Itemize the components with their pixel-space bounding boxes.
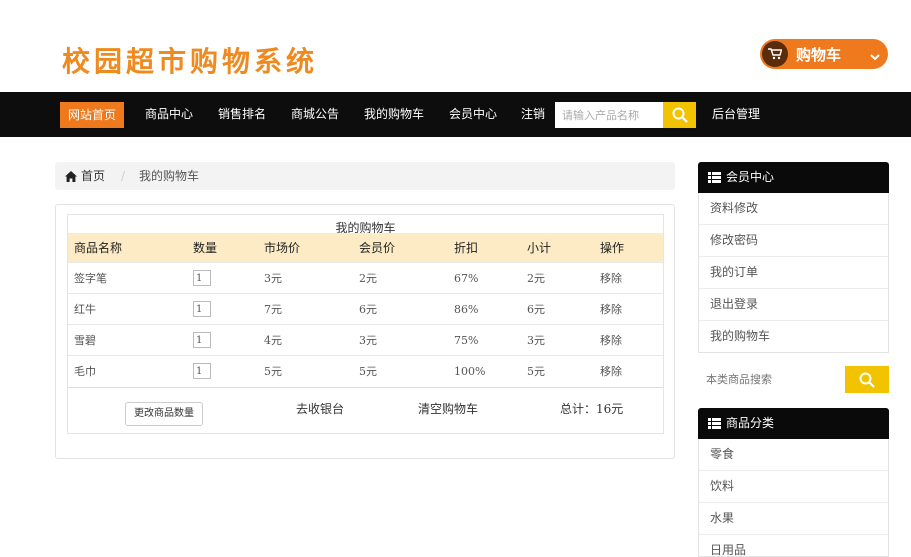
item-name: 红牛 [68,293,187,325]
table-row: 雪碧 1 4元 3元 75% 3元 移除 [68,324,663,356]
qty-input[interactable]: 1 [193,301,211,317]
breadcrumb: 首页 / 我的购物车 [55,162,675,190]
cart-button-label: 购物车 [796,46,842,64]
item-name: 签字笔 [68,262,187,294]
update-quantity-button[interactable]: 更改商品数量 [125,402,203,426]
category-search-button[interactable] [845,366,889,393]
list-icon [708,172,721,183]
col-subtotal: 小计 [521,233,594,263]
member-menu-item[interactable]: 我的购物车 [699,320,888,352]
category-menu: 零食 饮料 水果 日用品 [698,439,889,557]
category-item[interactable]: 日用品 [699,534,888,556]
member-menu-item[interactable]: 资料修改 [699,193,888,224]
member-price: 3元 [353,324,448,356]
member-price: 6元 [353,293,448,325]
subtotal: 5元 [521,355,594,386]
home-icon [65,170,77,182]
category-item[interactable]: 零食 [699,439,888,470]
cart-button[interactable]: 购物车 [760,39,888,69]
nav-admin[interactable]: 后台管理 [712,92,760,137]
item-name: 雪碧 [68,324,187,356]
remove-link[interactable]: 移除 [594,293,663,325]
nav-my-cart[interactable]: 我的购物车 [364,92,424,137]
col-action: 操作 [594,233,663,263]
market-price: 7元 [258,293,353,325]
breadcrumb-separator: / [121,169,126,183]
col-discount: 折扣 [448,233,521,263]
qty-input[interactable]: 1 [193,332,211,348]
cart-table: 商品名称 数量 市场价 会员价 折扣 小计 操作 签字笔 1 3元 2元 67%… [68,233,663,386]
category-header: 商品分类 [698,408,889,439]
breadcrumb-home-label: 首页 [81,169,106,183]
cart-header-row: 商品名称 数量 市场价 会员价 折扣 小计 操作 [68,233,663,263]
item-name: 毛巾 [68,355,187,386]
discount: 86% [448,293,521,325]
member-menu-item[interactable]: 修改密码 [699,224,888,256]
category-title: 商品分类 [726,416,775,430]
member-menu-item[interactable]: 我的订单 [699,256,888,288]
qty-input[interactable]: 1 [193,270,211,286]
discount: 100% [448,355,521,386]
market-price: 3元 [258,262,353,294]
remove-link[interactable]: 移除 [594,262,663,294]
list-icon [708,418,721,429]
search-button[interactable] [663,102,696,128]
cart-footer: 更改商品数量 去收银台 清空购物车 总计：16元 [68,387,663,434]
qty-input[interactable]: 1 [193,363,211,379]
remove-link[interactable]: 移除 [594,355,663,386]
main-navbar: 网站首页 商品中心 销售排名 商城公告 我的购物车 会员中心 注销 后台管理 [0,92,911,137]
cart-icon [762,41,788,67]
table-row: 签字笔 1 3元 2元 67% 2元 移除 [68,262,663,294]
site-title: 校园超市购物系统 [62,45,319,78]
market-price: 5元 [258,355,353,386]
member-menu: 资料修改 修改密码 我的订单 退出登录 我的购物车 [698,193,889,353]
product-search-input[interactable] [555,102,663,128]
breadcrumb-home[interactable]: 首页 [65,162,105,190]
cart-container: 我的购物车 商品名称 数量 市场价 会员价 折扣 小计 操作 签字笔 1 3元 [67,214,664,434]
member-menu-item[interactable]: 退出登录 [699,288,888,320]
cart-panel: 我的购物车 商品名称 数量 市场价 会员价 折扣 小计 操作 签字笔 1 3元 [55,204,675,459]
subtotal: 3元 [521,324,594,356]
member-center-title: 会员中心 [726,170,775,184]
discount: 67% [448,262,521,294]
table-row: 毛巾 1 5元 5元 100% 5元 移除 [68,355,663,386]
discount: 75% [448,324,521,356]
col-name: 商品名称 [68,233,187,263]
subtotal: 6元 [521,293,594,325]
nav-products[interactable]: 商品中心 [145,92,193,137]
checkout-link[interactable]: 去收银台 [296,400,344,417]
col-market-price: 市场价 [258,233,353,263]
nav-logout[interactable]: 注销 [521,92,545,137]
nav-sales-ranking[interactable]: 销售排名 [218,92,266,137]
search-icon [859,372,875,388]
market-price: 4元 [258,324,353,356]
subtotal: 2元 [521,262,594,294]
category-item[interactable]: 饮料 [699,470,888,502]
remove-link[interactable]: 移除 [594,324,663,356]
search-icon [672,107,688,123]
col-member-price: 会员价 [353,233,448,263]
member-price: 2元 [353,262,448,294]
nav-announcements[interactable]: 商城公告 [291,92,339,137]
category-search-input[interactable] [698,366,845,393]
member-price: 5元 [353,355,448,386]
chevron-down-icon [870,47,880,65]
clear-cart-link[interactable]: 清空购物车 [418,400,478,417]
nav-home[interactable]: 网站首页 [60,102,125,128]
breadcrumb-current: 我的购物车 [139,169,200,183]
col-qty: 数量 [187,233,258,263]
category-item[interactable]: 水果 [699,502,888,534]
member-center-header: 会员中心 [698,162,889,193]
table-row: 红牛 1 7元 6元 86% 6元 移除 [68,293,663,325]
cart-total: 总计：16元 [560,402,624,416]
nav-member-center[interactable]: 会员中心 [449,92,497,137]
